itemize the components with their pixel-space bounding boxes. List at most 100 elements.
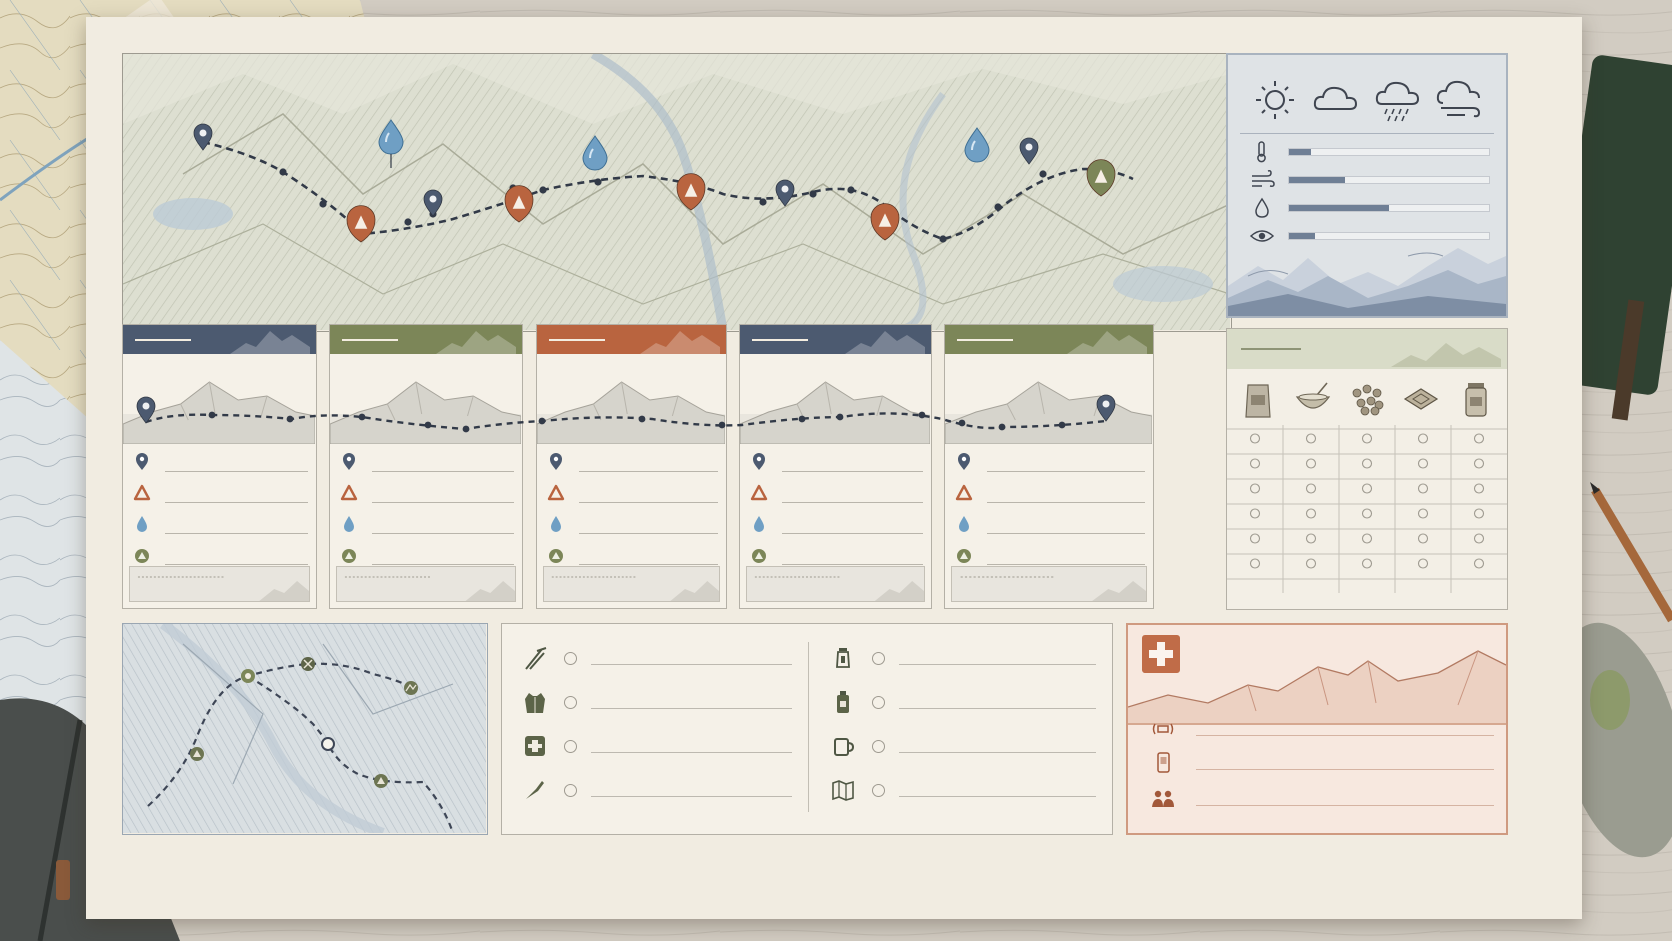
gear-checklist-item[interactable]	[830, 690, 1096, 714]
day-note-row[interactable]	[340, 483, 514, 503]
day-note-row[interactable]	[955, 545, 1145, 565]
ration-checkbox[interactable]	[1361, 508, 1373, 519]
cloud-icon[interactable]	[1310, 77, 1362, 123]
camp-tent-icon	[133, 483, 151, 503]
detail-waypoint-icon[interactable]	[241, 669, 255, 683]
gear-checklist-item[interactable]	[830, 646, 1096, 670]
day-note-row[interactable]	[750, 483, 923, 503]
sun-icon[interactable]	[1249, 77, 1301, 123]
route-detail-map[interactable]	[122, 623, 488, 835]
day-card[interactable]	[122, 324, 317, 609]
ration-checkbox[interactable]	[1305, 533, 1317, 544]
ration-checkbox[interactable]	[1305, 433, 1317, 444]
detail-summit-icon[interactable]	[404, 681, 418, 695]
day-notes-box[interactable]	[951, 566, 1147, 602]
day-notes-box[interactable]	[746, 566, 925, 602]
gear-checklist-item[interactable]	[830, 778, 1096, 802]
gear-checkbox[interactable]	[872, 651, 885, 665]
gear-checkbox[interactable]	[872, 739, 885, 753]
ration-checkbox[interactable]	[1249, 558, 1261, 569]
ration-checkbox[interactable]	[1417, 558, 1429, 569]
ration-checkbox[interactable]	[1305, 483, 1317, 494]
day-note-row[interactable]	[750, 545, 923, 565]
ration-checkbox[interactable]	[1361, 458, 1373, 469]
day-elevation-sketch	[945, 381, 1152, 444]
radio-beacon-icon	[1150, 717, 1176, 741]
ration-checkbox[interactable]	[1417, 458, 1429, 469]
day-note-row[interactable]	[750, 514, 923, 534]
ration-checkbox[interactable]	[1305, 558, 1317, 569]
day-note-row[interactable]	[750, 452, 923, 472]
ration-checkbox[interactable]	[1361, 483, 1373, 494]
day-note-row[interactable]	[340, 452, 514, 472]
gear-checkbox[interactable]	[564, 783, 577, 797]
day-note-row[interactable]	[547, 483, 718, 503]
day-note-row[interactable]	[340, 545, 514, 565]
temperature-row	[1248, 141, 1490, 163]
detail-crossing-icon[interactable]	[301, 657, 315, 671]
gear-checklist-item[interactable]	[522, 778, 792, 802]
detail-checkpoint-icon[interactable]	[321, 737, 335, 751]
ration-checkbox[interactable]	[1249, 433, 1261, 444]
day-note-row[interactable]	[133, 452, 308, 472]
ration-checkbox[interactable]	[1473, 533, 1485, 544]
camp-tent-icon	[340, 483, 358, 503]
camp-tent-icon	[547, 483, 565, 503]
ration-checkbox[interactable]	[1249, 458, 1261, 469]
day-card[interactable]	[944, 324, 1154, 609]
gear-checkbox[interactable]	[872, 783, 885, 797]
wind-cloud-icon[interactable]	[1433, 77, 1485, 123]
ration-checkbox[interactable]	[1473, 433, 1485, 444]
day-note-row[interactable]	[547, 452, 718, 472]
day-note-row[interactable]	[547, 514, 718, 534]
rain-cloud-icon[interactable]	[1372, 77, 1424, 123]
terrain-icon	[133, 545, 151, 565]
day-card[interactable]	[329, 324, 523, 609]
detail-camp-icon[interactable]	[190, 747, 204, 761]
ration-checkbox[interactable]	[1361, 533, 1373, 544]
ration-checkbox[interactable]	[1417, 508, 1429, 519]
day-note-row[interactable]	[133, 545, 308, 565]
day-note-row[interactable]	[955, 514, 1145, 534]
gear-checklist-item[interactable]	[522, 690, 792, 714]
day-note-row[interactable]	[547, 545, 718, 565]
day-note-row[interactable]	[955, 452, 1145, 472]
ration-checkbox[interactable]	[1473, 458, 1485, 469]
ration-checkbox[interactable]	[1249, 483, 1261, 494]
route-overview-map[interactable]	[122, 53, 1232, 332]
day-note-row[interactable]	[340, 514, 514, 534]
day-card-header	[537, 325, 726, 354]
day-notes-box[interactable]	[336, 566, 516, 602]
gear-checklist-item[interactable]	[522, 734, 792, 758]
gear-checklist-item[interactable]	[830, 734, 1096, 758]
ration-checkbox[interactable]	[1305, 508, 1317, 519]
ration-checkbox[interactable]	[1249, 508, 1261, 519]
gear-checkbox[interactable]	[564, 695, 577, 709]
ration-checkbox[interactable]	[1417, 433, 1429, 444]
gear-checkbox[interactable]	[564, 651, 577, 665]
day-note-row[interactable]	[955, 483, 1145, 503]
detail-camp-icon[interactable]	[374, 774, 388, 788]
ration-checkbox[interactable]	[1473, 483, 1485, 494]
ration-checkbox[interactable]	[1473, 558, 1485, 569]
ration-checkbox[interactable]	[1249, 533, 1261, 544]
day-card[interactable]	[739, 324, 932, 609]
ration-checkbox[interactable]	[1361, 433, 1373, 444]
phone-contact-row[interactable]	[1150, 751, 1494, 775]
day-note-row[interactable]	[133, 514, 308, 534]
day-notes-box[interactable]	[543, 566, 720, 602]
day-note-row[interactable]	[133, 483, 308, 503]
day-notes-box[interactable]	[129, 566, 310, 602]
gear-checklist-item[interactable]	[522, 646, 792, 670]
ration-checkbox[interactable]	[1305, 458, 1317, 469]
ration-checkbox[interactable]	[1417, 483, 1429, 494]
waypoint-pin-icon	[955, 452, 973, 472]
gear-checkbox[interactable]	[564, 739, 577, 753]
radio-contact-row[interactable]	[1150, 717, 1494, 741]
group-contact-row[interactable]	[1150, 787, 1494, 811]
day-card[interactable]	[536, 324, 727, 609]
ration-checkbox[interactable]	[1473, 508, 1485, 519]
gear-checkbox[interactable]	[872, 695, 885, 709]
ration-checkbox[interactable]	[1417, 533, 1429, 544]
ration-checkbox[interactable]	[1361, 558, 1373, 569]
